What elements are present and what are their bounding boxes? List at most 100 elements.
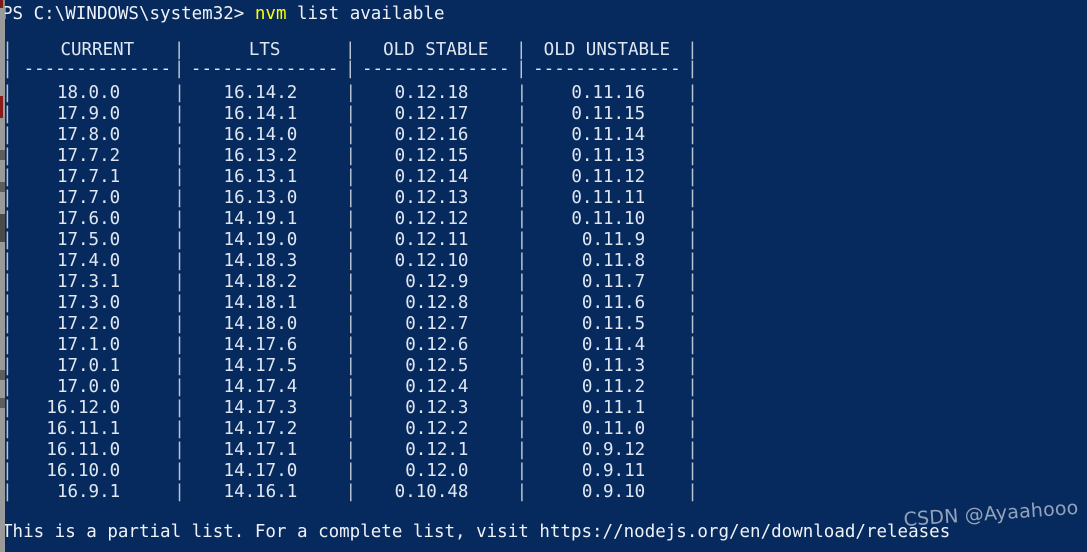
- column-separator: |: [516, 209, 528, 229]
- prompt-line: PS C:\WINDOWS\system32> nvm list availab…: [2, 4, 445, 25]
- table-row: | 17.2.0 | 14.18.0 | 0.12.7 | 0.11.5 |: [0, 314, 700, 335]
- column-separator: |: [687, 419, 698, 439]
- table-row: | 16.11.0 | 14.17.1 | 0.12.1 | 0.9.12 |: [0, 440, 700, 461]
- version-cell: 0.11.3: [581, 356, 646, 376]
- column-separator: |: [516, 272, 528, 292]
- column-separator: |: [345, 419, 356, 439]
- table-underline-row: | -------------- | -------------- | ----…: [0, 59, 700, 83]
- column-separator: |: [516, 83, 528, 103]
- nvm-available-versions-table: | CURRENT | LTS | OLD STABLE | OLD UNSTA…: [0, 40, 700, 503]
- version-cell: 0.11.7: [581, 272, 646, 292]
- column-separator: |: [516, 461, 528, 481]
- version-cell: 0.11.0: [581, 419, 646, 439]
- version-cell: 0.12.15: [394, 146, 469, 166]
- column-separator: |: [516, 251, 528, 271]
- column-separator: |: [516, 59, 527, 79]
- column-separator: |: [687, 356, 698, 376]
- table-row: | 17.3.0 | 14.18.1 | 0.12.8 | 0.11.6 |: [0, 293, 700, 314]
- column-separator: |: [345, 482, 356, 502]
- version-cell: 14.17.1: [223, 440, 298, 460]
- table-row: | 17.1.0 | 14.17.6 | 0.12.6 | 0.11.4 |: [0, 335, 700, 356]
- version-cell: 16.11.0: [46, 440, 121, 460]
- column-separator: |: [687, 482, 698, 502]
- column-separator: |: [174, 188, 185, 208]
- column-separator: |: [516, 40, 527, 60]
- column-separator: |: [516, 335, 528, 355]
- table-body: | 18.0.0 | 16.14.2 | 0.12.18 | 0.11.16 | | 17.9.0 |…: [0, 83, 700, 503]
- version-cell: 0.9.12: [581, 440, 646, 460]
- column-separator: |: [345, 314, 356, 334]
- column-separator: |: [345, 251, 356, 271]
- column-separator: |: [687, 293, 698, 313]
- version-cell: 0.12.9: [405, 272, 469, 292]
- column-separator: |: [345, 167, 356, 187]
- table-row: | 16.9.1 | 14.16.1 | 0.10.48 | 0.9.10 |: [0, 482, 700, 503]
- version-cell: 0.12.17: [394, 104, 469, 124]
- column-separator: |: [687, 377, 698, 397]
- version-cell: 17.9.0: [56, 104, 121, 124]
- version-cell: 17.6.0: [56, 209, 121, 229]
- version-cell: 0.11.6: [581, 293, 646, 313]
- column-separator: |: [345, 377, 356, 397]
- version-cell: 0.12.2: [405, 419, 469, 439]
- column-header-lts: LTS: [248, 40, 281, 60]
- column-separator: |: [174, 272, 185, 292]
- column-separator: |: [516, 377, 528, 397]
- version-cell: 0.9.11: [581, 461, 646, 481]
- column-separator: |: [687, 440, 698, 460]
- background-window-sliver: [0, 0, 5, 552]
- version-cell: 0.11.10: [571, 209, 646, 229]
- column-separator: |: [687, 167, 698, 187]
- version-cell: 14.16.1: [223, 482, 298, 502]
- prompt-path: PS C:\WINDOWS\system32>: [2, 4, 255, 24]
- column-separator: |: [345, 83, 356, 103]
- version-cell: 17.3.1: [56, 272, 121, 292]
- column-separator: |: [687, 59, 698, 79]
- version-cell: 17.4.0: [56, 251, 121, 271]
- column-separator: |: [516, 146, 528, 166]
- version-cell: 0.11.9: [581, 230, 646, 250]
- table-row: | 17.7.1 | 16.13.1 | 0.12.14 | 0.11.12 |: [0, 167, 700, 188]
- column-separator: |: [687, 209, 698, 229]
- column-separator: |: [687, 104, 698, 124]
- version-cell: 0.11.15: [571, 104, 646, 124]
- version-cell: 0.11.16: [571, 83, 646, 103]
- version-cell: 14.18.3: [223, 251, 298, 271]
- column-underline-lts: --------------: [190, 59, 339, 79]
- version-cell: 0.12.6: [405, 335, 469, 355]
- column-separator: |: [174, 335, 185, 355]
- column-separator: |: [345, 356, 356, 376]
- column-separator: |: [516, 419, 528, 439]
- column-separator: |: [174, 482, 185, 502]
- version-cell: 0.11.12: [571, 167, 646, 187]
- column-separator: |: [345, 293, 356, 313]
- powershell-terminal-window[interactable]: PS C:\WINDOWS\system32> nvm list availab…: [0, 0, 1087, 552]
- column-underline-old-stable: --------------: [362, 59, 510, 79]
- column-header-old-stable: OLD STABLE: [383, 40, 489, 60]
- column-separator: |: [687, 188, 698, 208]
- column-separator: |: [516, 314, 528, 334]
- version-cell: 16.14.1: [223, 104, 298, 124]
- column-separator: |: [174, 461, 185, 481]
- column-separator: |: [174, 83, 185, 103]
- table-header-row: | CURRENT | LTS | OLD STABLE | OLD UNSTA…: [0, 40, 700, 61]
- column-separator: |: [345, 146, 356, 166]
- column-separator: |: [687, 230, 698, 250]
- version-cell: 0.11.14: [571, 125, 646, 145]
- version-cell: 18.0.0: [56, 83, 121, 103]
- column-separator: |: [174, 314, 185, 334]
- version-cell: 0.11.11: [571, 188, 646, 208]
- column-separator: |: [516, 482, 528, 502]
- column-separator: |: [687, 335, 698, 355]
- version-cell: 0.11.8: [581, 251, 646, 271]
- version-cell: 16.11.1: [46, 419, 121, 439]
- column-separator: |: [516, 104, 528, 124]
- column-separator: |: [345, 461, 356, 481]
- version-cell: 0.11.4: [581, 335, 646, 355]
- version-cell: 0.9.10: [581, 482, 646, 502]
- column-separator: |: [687, 40, 698, 60]
- table-row: | 16.12.0 | 14.17.3 | 0.12.3 | 0.11.1 |: [0, 398, 700, 419]
- version-cell: 0.12.11: [394, 230, 469, 250]
- version-cell: 0.12.16: [394, 125, 469, 145]
- table-row: | 17.5.0 | 14.19.0 | 0.12.11 | 0.11.9 |: [0, 230, 700, 251]
